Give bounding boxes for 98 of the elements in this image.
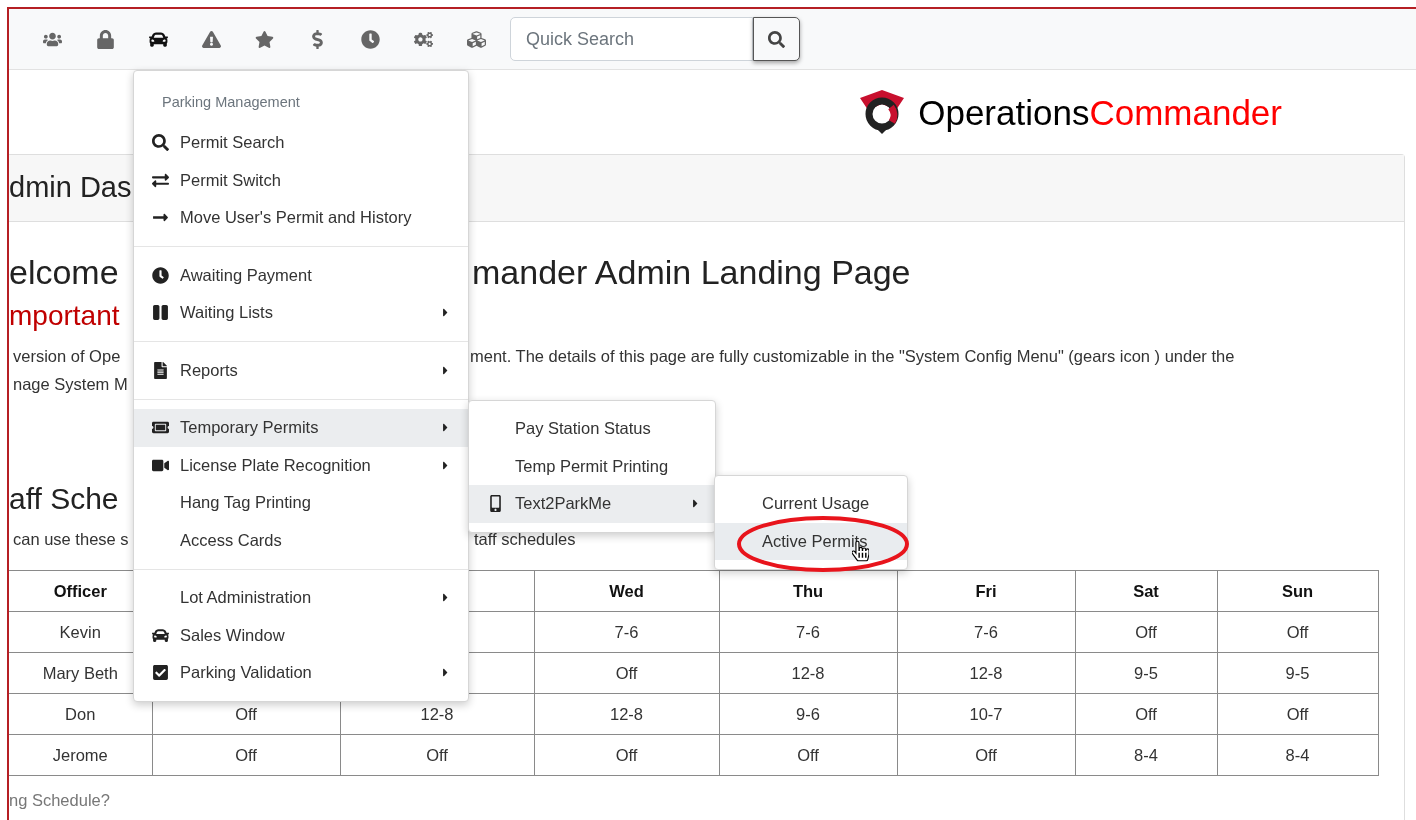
column-header: Fri	[975, 581, 997, 600]
menu-item-label: Temporary Permits	[180, 417, 319, 439]
welcome-heading: mander Admin Landing Page	[472, 251, 911, 293]
card-title: dmin Das	[9, 170, 132, 206]
phone-icon	[487, 495, 504, 513]
important-heading: mportant	[9, 299, 120, 333]
table-cell: 7-6	[614, 622, 639, 641]
search-field[interactable]: Quick Search	[510, 17, 753, 61]
menu-item[interactable]: Lot Administration	[134, 579, 468, 617]
paragraph-text: taff schedules	[474, 528, 576, 550]
table-cell: Mary Beth	[42, 663, 118, 682]
menu-item[interactable]: Parking Validation	[134, 654, 468, 692]
menu-item[interactable]: Text2ParkMe	[469, 485, 715, 523]
pause-icon	[152, 304, 169, 322]
table-cell: 8-4	[1134, 745, 1158, 764]
document-icon	[152, 361, 169, 379]
column-header: Sat	[1133, 581, 1159, 600]
table-cell: Off	[1135, 704, 1157, 723]
paragraph-text: ment. The details of this page are fully customizable in the "System Config Menu" (gears icon ) under the	[470, 345, 1235, 367]
column-header: Officer	[53, 581, 107, 600]
menu-item-label: Permit Search	[180, 132, 285, 154]
table-cell: Off	[615, 663, 638, 682]
search-button[interactable]	[753, 17, 800, 61]
table-cell: Don	[65, 704, 96, 723]
menu-item-label: Reports	[180, 359, 238, 381]
car-icon	[152, 626, 169, 644]
menu-item-label: License Plate Recognition	[180, 454, 371, 476]
car-icon	[149, 29, 168, 49]
menu-item-label: Permit Switch	[180, 169, 281, 191]
paragraph-text: nage System M	[12, 373, 129, 395]
table-cell: 9-5	[1134, 663, 1158, 682]
checkbox-icon	[152, 664, 169, 682]
paragraph-text: can use these s	[12, 528, 130, 550]
table-cell: 7-6	[796, 622, 820, 641]
lock-icon	[96, 29, 115, 49]
menu-item[interactable]: Pay Station Status	[469, 410, 715, 448]
table-cell: Off	[1135, 622, 1157, 641]
menu-item[interactable]: Reports	[134, 351, 468, 389]
table-cell: Off	[975, 745, 997, 764]
star-icon	[255, 29, 274, 49]
column-header: Sun	[1281, 581, 1314, 600]
menu-item-label: Waiting Lists	[180, 302, 273, 324]
table-cell: Off	[797, 745, 819, 764]
menu-item-label: Sales Window	[180, 624, 285, 646]
search-icon	[768, 30, 785, 48]
table-cell: 12-8	[610, 704, 643, 723]
menu-item[interactable]: Hang Tag Printing	[134, 484, 468, 522]
table-cell: 9-6	[796, 704, 820, 723]
menu-header: Parking Management	[162, 93, 300, 113]
menu-item-label: Parking Validation	[180, 662, 312, 684]
menu-item[interactable]: Access Cards	[134, 521, 468, 559]
menu-item[interactable]: Temp Permit Printing	[469, 447, 715, 485]
menu-item-label: Text2ParkMe	[515, 493, 612, 515]
paragraph-text: version of Ope	[12, 345, 122, 367]
menu-item[interactable]: License Plate Recognition	[134, 446, 468, 484]
menu-item[interactable]: Current Usage	[715, 485, 907, 523]
schedule-link[interactable]: ng Schedule?	[9, 791, 110, 809]
menu-item-label: Awaiting Payment	[180, 264, 312, 286]
menu-item-label: Move User's Permit and History	[180, 207, 412, 229]
table-cell: Off	[1286, 622, 1309, 641]
table-cell: Off	[615, 745, 638, 764]
section-heading: aff Sche	[9, 480, 119, 517]
menu-item-label: Hang Tag Printing	[180, 492, 311, 514]
table-cell: 9-5	[1285, 663, 1310, 682]
table-cell: 12-8	[791, 663, 825, 682]
table-cell: 7-6	[974, 622, 998, 641]
menu-item[interactable]: Temporary Permits	[134, 409, 468, 447]
swap-arrows-icon	[152, 171, 169, 189]
menu-item-label: Lot Administration	[180, 587, 312, 609]
cubes-icon	[467, 29, 486, 49]
table-cell: Off	[426, 745, 448, 764]
menu-item[interactable]: Waiting Lists	[134, 294, 468, 332]
search-icon	[152, 134, 169, 152]
column-header: Thu	[792, 581, 824, 600]
table-cell: Jerome	[52, 745, 108, 764]
menu-item[interactable]: Permit Search	[134, 124, 468, 162]
clock-icon	[152, 266, 169, 284]
welcome-heading: elcome	[9, 251, 120, 293]
table-cell: 8-4	[1285, 745, 1310, 764]
menu-item-label: Access Cards	[180, 529, 282, 551]
menu-item-label: Pay Station Status	[515, 418, 651, 440]
table-cell: 10-7	[969, 704, 1003, 723]
clock-icon	[361, 29, 380, 49]
table-cell: 12-8	[420, 704, 454, 723]
column-header: Wed	[609, 581, 644, 600]
menu-item[interactable]: Awaiting Payment	[134, 256, 468, 294]
menu-item[interactable]: Move User's Permit and History	[134, 199, 468, 237]
table-cell: Off	[235, 704, 257, 723]
table-cell: Kevin	[59, 622, 101, 641]
menu-item-label: Temp Permit Printing	[515, 455, 669, 477]
table-cell: Off	[235, 745, 257, 764]
menu-item[interactable]: Permit Switch	[134, 161, 468, 199]
warning-icon	[202, 29, 221, 49]
table-cell: 12-8	[969, 663, 1003, 682]
menu-item[interactable]: Sales Window	[134, 616, 468, 654]
gears-icon	[414, 29, 433, 49]
logo-text: OperationsCommander	[918, 94, 1282, 130]
table-cell: Off	[1286, 704, 1309, 723]
